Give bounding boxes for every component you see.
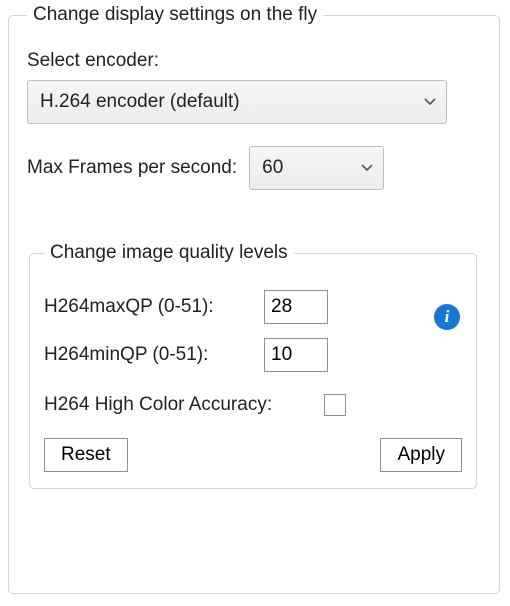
minqp-label: H264minQP (0-51):: [44, 344, 264, 366]
reset-button[interactable]: Reset: [44, 438, 128, 472]
encoder-select[interactable]: H.264 encoder (default): [27, 80, 447, 124]
encoder-label-row: Select encoder:: [27, 50, 481, 72]
fps-select[interactable]: 60: [249, 146, 384, 190]
minqp-row: H264minQP (0-51):: [44, 338, 462, 372]
fps-label: Max Frames per second:: [27, 157, 237, 179]
apply-button[interactable]: Apply: [380, 438, 462, 472]
fps-select-value: 60: [262, 157, 283, 179]
info-glyph: i: [445, 307, 450, 327]
minqp-input[interactable]: [264, 338, 328, 372]
fps-row: Max Frames per second: 60: [27, 146, 481, 190]
chevron-down-icon: [424, 98, 436, 106]
encoder-label: Select encoder:: [27, 50, 159, 72]
image-quality-legend: Change image quality levels: [44, 242, 294, 264]
hca-row: H264 High Color Accuracy:: [44, 394, 462, 416]
button-row: Reset Apply: [44, 438, 462, 472]
hca-label: H264 High Color Accuracy:: [44, 394, 324, 416]
image-quality-group: Change image quality levels i H264maxQP …: [29, 242, 477, 489]
info-icon[interactable]: i: [434, 304, 460, 330]
display-settings-group: Change display settings on the fly Selec…: [8, 4, 500, 594]
maxqp-input[interactable]: [264, 290, 328, 324]
maxqp-label: H264maxQP (0-51):: [44, 296, 264, 318]
hca-checkbox[interactable]: [324, 394, 346, 416]
encoder-select-value: H.264 encoder (default): [40, 91, 240, 113]
display-settings-legend: Change display settings on the fly: [27, 4, 323, 26]
chevron-down-icon: [361, 164, 373, 172]
maxqp-row: H264maxQP (0-51):: [44, 290, 462, 324]
